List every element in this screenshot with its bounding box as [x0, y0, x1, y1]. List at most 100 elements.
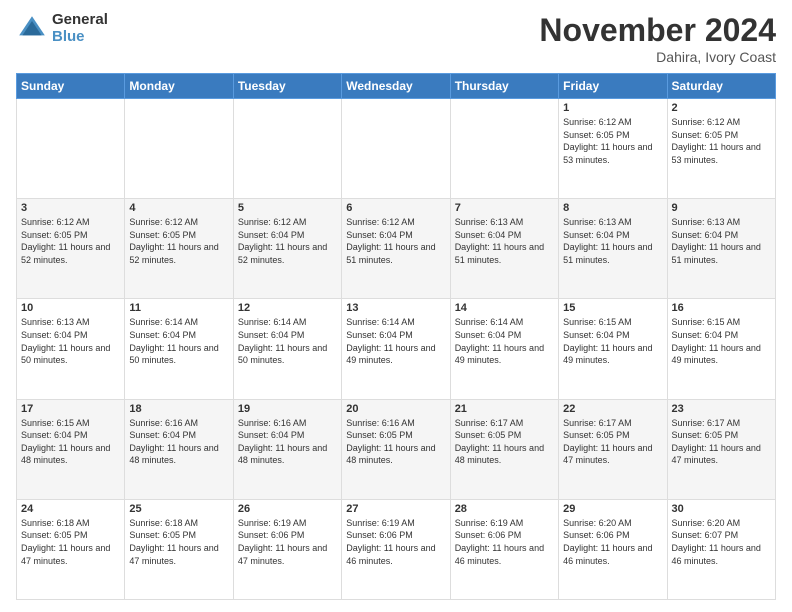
day-number: 6 [346, 202, 445, 214]
day-number: 11 [129, 302, 228, 314]
calendar-cell: 8 Sunrise: 6:13 AM Sunset: 6:04 PM Daylig… [559, 199, 667, 299]
calendar-cell: 19 Sunrise: 6:16 AM Sunset: 6:04 PM Dayli… [233, 399, 341, 499]
day-number: 2 [672, 102, 771, 114]
day-number: 23 [672, 403, 771, 415]
day-number: 9 [672, 202, 771, 214]
calendar-header: Sunday Monday Tuesday Wednesday Thursday… [17, 74, 776, 99]
calendar-cell: 6 Sunrise: 6:12 AM Sunset: 6:04 PM Daylig… [342, 199, 450, 299]
day-number: 25 [129, 503, 228, 515]
day-number: 13 [346, 302, 445, 314]
day-info: Sunrise: 6:15 AM Sunset: 6:04 PM Dayligh… [563, 316, 662, 366]
calendar-cell: 1 Sunrise: 6:12 AM Sunset: 6:05 PM Daylig… [559, 99, 667, 199]
day-number: 26 [238, 503, 337, 515]
day-info: Sunrise: 6:20 AM Sunset: 6:06 PM Dayligh… [563, 517, 662, 567]
day-number: 1 [563, 102, 662, 114]
col-saturday: Saturday [667, 74, 775, 99]
page: General Blue November 2024 Dahira, Ivory… [0, 0, 792, 612]
calendar-cell: 13 Sunrise: 6:14 AM Sunset: 6:04 PM Dayli… [342, 299, 450, 399]
day-number: 18 [129, 403, 228, 415]
calendar: Sunday Monday Tuesday Wednesday Thursday… [16, 73, 776, 600]
location: Dahira, Ivory Coast [539, 49, 776, 65]
calendar-cell [17, 99, 125, 199]
day-info: Sunrise: 6:20 AM Sunset: 6:07 PM Dayligh… [672, 517, 771, 567]
day-info: Sunrise: 6:12 AM Sunset: 6:05 PM Dayligh… [21, 216, 120, 266]
calendar-week-3: 17 Sunrise: 6:15 AM Sunset: 6:04 PM Dayli… [17, 399, 776, 499]
day-number: 21 [455, 403, 554, 415]
day-number: 15 [563, 302, 662, 314]
day-info: Sunrise: 6:19 AM Sunset: 6:06 PM Dayligh… [238, 517, 337, 567]
calendar-body: 1 Sunrise: 6:12 AM Sunset: 6:05 PM Daylig… [17, 99, 776, 600]
logo: General Blue [16, 12, 108, 45]
calendar-week-1: 3Sunrise: 6:12 AM Sunset: 6:05 PM Daylig… [17, 199, 776, 299]
day-info: Sunrise: 6:14 AM Sunset: 6:04 PM Dayligh… [238, 316, 337, 366]
day-number: 10 [21, 302, 120, 314]
day-info: Sunrise: 6:12 AM Sunset: 6:05 PM Dayligh… [563, 116, 662, 166]
calendar-cell: 10 Sunrise: 6:13 AM Sunset: 6:04 PM Dayli… [17, 299, 125, 399]
calendar-cell: 24Sunrise: 6:18 AM Sunset: 6:05 PM Dayli… [17, 499, 125, 599]
day-info: Sunrise: 6:16 AM Sunset: 6:04 PM Dayligh… [238, 417, 337, 467]
day-info: Sunrise: 6:19 AM Sunset: 6:06 PM Dayligh… [346, 517, 445, 567]
day-info: Sunrise: 6:15 AM Sunset: 6:04 PM Dayligh… [672, 316, 771, 366]
col-tuesday: Tuesday [233, 74, 341, 99]
day-number: 12 [238, 302, 337, 314]
calendar-cell: 11 Sunrise: 6:14 AM Sunset: 6:04 PM Dayli… [125, 299, 233, 399]
day-info: Sunrise: 6:17 AM Sunset: 6:05 PM Dayligh… [455, 417, 554, 467]
calendar-week-4: 24Sunrise: 6:18 AM Sunset: 6:05 PM Dayli… [17, 499, 776, 599]
header-row: Sunday Monday Tuesday Wednesday Thursday… [17, 74, 776, 99]
day-number: 22 [563, 403, 662, 415]
calendar-cell: 25Sunrise: 6:18 AM Sunset: 6:05 PM Dayli… [125, 499, 233, 599]
day-number: 7 [455, 202, 554, 214]
calendar-cell: 15 Sunrise: 6:15 AM Sunset: 6:04 PM Dayli… [559, 299, 667, 399]
day-number: 29 [563, 503, 662, 515]
day-number: 14 [455, 302, 554, 314]
calendar-cell: 4Sunrise: 6:12 AM Sunset: 6:05 PM Daylig… [125, 199, 233, 299]
calendar-cell: 22 Sunrise: 6:17 AM Sunset: 6:05 PM Dayli… [559, 399, 667, 499]
day-number: 27 [346, 503, 445, 515]
day-number: 8 [563, 202, 662, 214]
day-number: 19 [238, 403, 337, 415]
day-info: Sunrise: 6:14 AM Sunset: 6:04 PM Dayligh… [346, 316, 445, 366]
calendar-cell: 3Sunrise: 6:12 AM Sunset: 6:05 PM Daylig… [17, 199, 125, 299]
day-info: Sunrise: 6:13 AM Sunset: 6:04 PM Dayligh… [672, 216, 771, 266]
calendar-cell: 7Sunrise: 6:13 AM Sunset: 6:04 PM Daylig… [450, 199, 558, 299]
calendar-cell [125, 99, 233, 199]
day-info: Sunrise: 6:17 AM Sunset: 6:05 PM Dayligh… [563, 417, 662, 467]
day-info: Sunrise: 6:13 AM Sunset: 6:04 PM Dayligh… [21, 316, 120, 366]
calendar-cell: 18Sunrise: 6:16 AM Sunset: 6:04 PM Dayli… [125, 399, 233, 499]
title-area: November 2024 Dahira, Ivory Coast [539, 12, 776, 65]
logo-icon [16, 13, 48, 45]
calendar-cell: 29 Sunrise: 6:20 AM Sunset: 6:06 PM Dayli… [559, 499, 667, 599]
day-info: Sunrise: 6:12 AM Sunset: 6:05 PM Dayligh… [672, 116, 771, 166]
day-number: 17 [21, 403, 120, 415]
day-info: Sunrise: 6:14 AM Sunset: 6:04 PM Dayligh… [455, 316, 554, 366]
calendar-cell: 5Sunrise: 6:12 AM Sunset: 6:04 PM Daylig… [233, 199, 341, 299]
day-info: Sunrise: 6:17 AM Sunset: 6:05 PM Dayligh… [672, 417, 771, 467]
calendar-cell [450, 99, 558, 199]
calendar-cell [233, 99, 341, 199]
day-info: Sunrise: 6:14 AM Sunset: 6:04 PM Dayligh… [129, 316, 228, 366]
day-number: 30 [672, 503, 771, 515]
calendar-cell: 21 Sunrise: 6:17 AM Sunset: 6:05 PM Dayli… [450, 399, 558, 499]
calendar-cell: 2 Sunrise: 6:12 AM Sunset: 6:05 PM Daylig… [667, 99, 775, 199]
logo-text: General Blue [52, 12, 108, 45]
day-info: Sunrise: 6:16 AM Sunset: 6:05 PM Dayligh… [346, 417, 445, 467]
day-info: Sunrise: 6:13 AM Sunset: 6:04 PM Dayligh… [563, 216, 662, 266]
calendar-cell: 16Sunrise: 6:15 AM Sunset: 6:04 PM Dayli… [667, 299, 775, 399]
day-info: Sunrise: 6:15 AM Sunset: 6:04 PM Dayligh… [21, 417, 120, 467]
calendar-cell: 12 Sunrise: 6:14 AM Sunset: 6:04 PM Dayli… [233, 299, 341, 399]
day-info: Sunrise: 6:12 AM Sunset: 6:04 PM Dayligh… [346, 216, 445, 266]
col-wednesday: Wednesday [342, 74, 450, 99]
logo-general: General [52, 12, 108, 29]
calendar-cell: 28Sunrise: 6:19 AM Sunset: 6:06 PM Dayli… [450, 499, 558, 599]
month-title: November 2024 [539, 12, 776, 49]
calendar-cell: 27 Sunrise: 6:19 AM Sunset: 6:06 PM Dayli… [342, 499, 450, 599]
logo-blue: Blue [52, 29, 108, 46]
day-info: Sunrise: 6:12 AM Sunset: 6:04 PM Dayligh… [238, 216, 337, 266]
calendar-cell: 14 Sunrise: 6:14 AM Sunset: 6:04 PM Dayli… [450, 299, 558, 399]
col-thursday: Thursday [450, 74, 558, 99]
day-info: Sunrise: 6:19 AM Sunset: 6:06 PM Dayligh… [455, 517, 554, 567]
calendar-cell: 9 Sunrise: 6:13 AM Sunset: 6:04 PM Daylig… [667, 199, 775, 299]
col-friday: Friday [559, 74, 667, 99]
calendar-week-0: 1 Sunrise: 6:12 AM Sunset: 6:05 PM Daylig… [17, 99, 776, 199]
col-monday: Monday [125, 74, 233, 99]
